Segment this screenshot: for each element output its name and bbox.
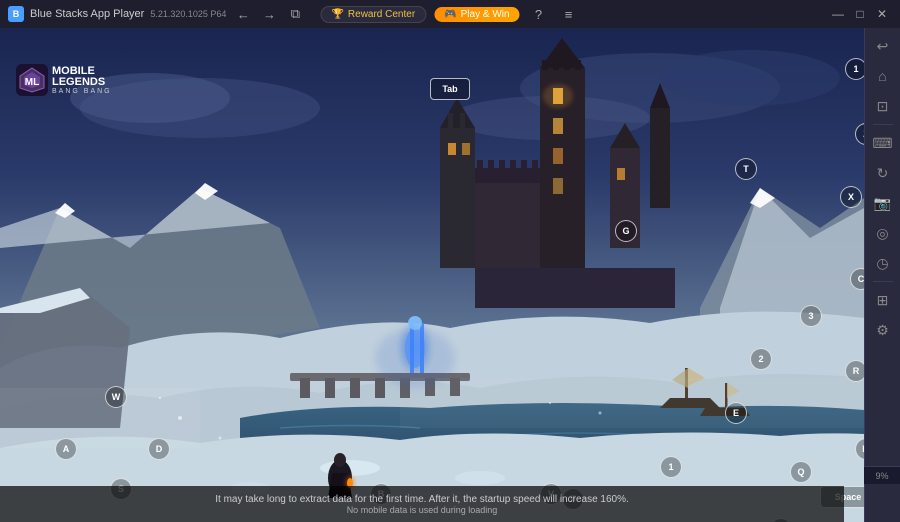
- sidebar-recent-icon[interactable]: ⊡: [869, 92, 897, 120]
- forward-nav-button[interactable]: →: [258, 3, 280, 25]
- right-sidebar: ↩ ⌂ ⊡ ⌨ ↻ 📷 ◎ ◷ ⊞ ⚙: [864, 28, 900, 522]
- percentage-badge: 9%: [864, 466, 900, 484]
- title-bar: B Blue Stacks App Player 5.21.320.1025 P…: [0, 0, 900, 28]
- title-bar-nav: ← → ⧉: [232, 3, 306, 25]
- play-win-label: Play & Win: [461, 9, 510, 20]
- svg-text:ML: ML: [25, 77, 39, 88]
- app-logo-char: B: [13, 9, 20, 19]
- sidebar-home-icon[interactable]: ⌂: [869, 62, 897, 90]
- reward-icon: 🏆: [331, 9, 343, 20]
- reward-center-label: Reward Center: [348, 9, 415, 20]
- back-nav-button[interactable]: ←: [232, 3, 254, 25]
- sidebar-rotate-icon[interactable]: ↻: [869, 159, 897, 187]
- version-text: 5.21.320.1025 P64: [150, 9, 226, 19]
- sidebar-time-icon[interactable]: ◷: [869, 249, 897, 277]
- ml-subtitle-text: Bang Bang: [52, 88, 112, 95]
- sidebar-keyboard-icon[interactable]: ⌨: [869, 129, 897, 157]
- sidebar-screenshot-icon[interactable]: 📷: [869, 189, 897, 217]
- sidebar-multi-icon[interactable]: ⊞: [869, 286, 897, 314]
- sidebar-divider-2: [873, 281, 893, 282]
- reward-center-button[interactable]: 🏆 Reward Center: [320, 6, 426, 23]
- maximize-button[interactable]: □: [850, 4, 870, 24]
- ml-logo-icon: ML: [16, 64, 48, 96]
- ml-logo: ML MOBILELEGENDS Bang Bang: [16, 64, 112, 96]
- ml-title-text: MOBILELEGENDS: [52, 66, 112, 88]
- app-logo: B: [8, 6, 24, 22]
- sidebar-back-icon[interactable]: ↩: [869, 32, 897, 60]
- title-text: Blue Stacks App Player: [30, 8, 144, 20]
- bottom-bar: It may take long to extract data for the…: [0, 486, 844, 522]
- game-scene: [0, 28, 864, 522]
- no-mobile-data-text: No mobile data is used during loading: [347, 505, 498, 515]
- loading-text: It may take long to extract data for the…: [215, 494, 629, 505]
- main-area: ML MOBILELEGENDS Bang Bang Tab1ZTXGC32RW…: [0, 28, 900, 522]
- sidebar-divider-1: [873, 124, 893, 125]
- menu-button[interactable]: ≡: [558, 3, 580, 25]
- ml-logo-text: MOBILELEGENDS Bang Bang: [52, 66, 112, 95]
- play-win-button[interactable]: 🎮 Play & Win: [434, 7, 519, 22]
- title-bar-center: 🏆 Reward Center 🎮 Play & Win ? ≡: [320, 3, 579, 25]
- minimize-button[interactable]: —: [828, 4, 848, 24]
- title-bar-right: — □ ✕: [828, 4, 892, 24]
- play-win-icon: 🎮: [444, 9, 456, 20]
- close-button[interactable]: ✕: [872, 4, 892, 24]
- help-button[interactable]: ?: [528, 3, 550, 25]
- window-nav-button[interactable]: ⧉: [284, 3, 306, 25]
- sidebar-settings-icon[interactable]: ⚙: [869, 316, 897, 344]
- sidebar-location-icon[interactable]: ◎: [869, 219, 897, 247]
- game-view[interactable]: ML MOBILELEGENDS Bang Bang Tab1ZTXGC32RW…: [0, 28, 864, 522]
- title-bar-left: B Blue Stacks App Player 5.21.320.1025 P…: [8, 3, 306, 25]
